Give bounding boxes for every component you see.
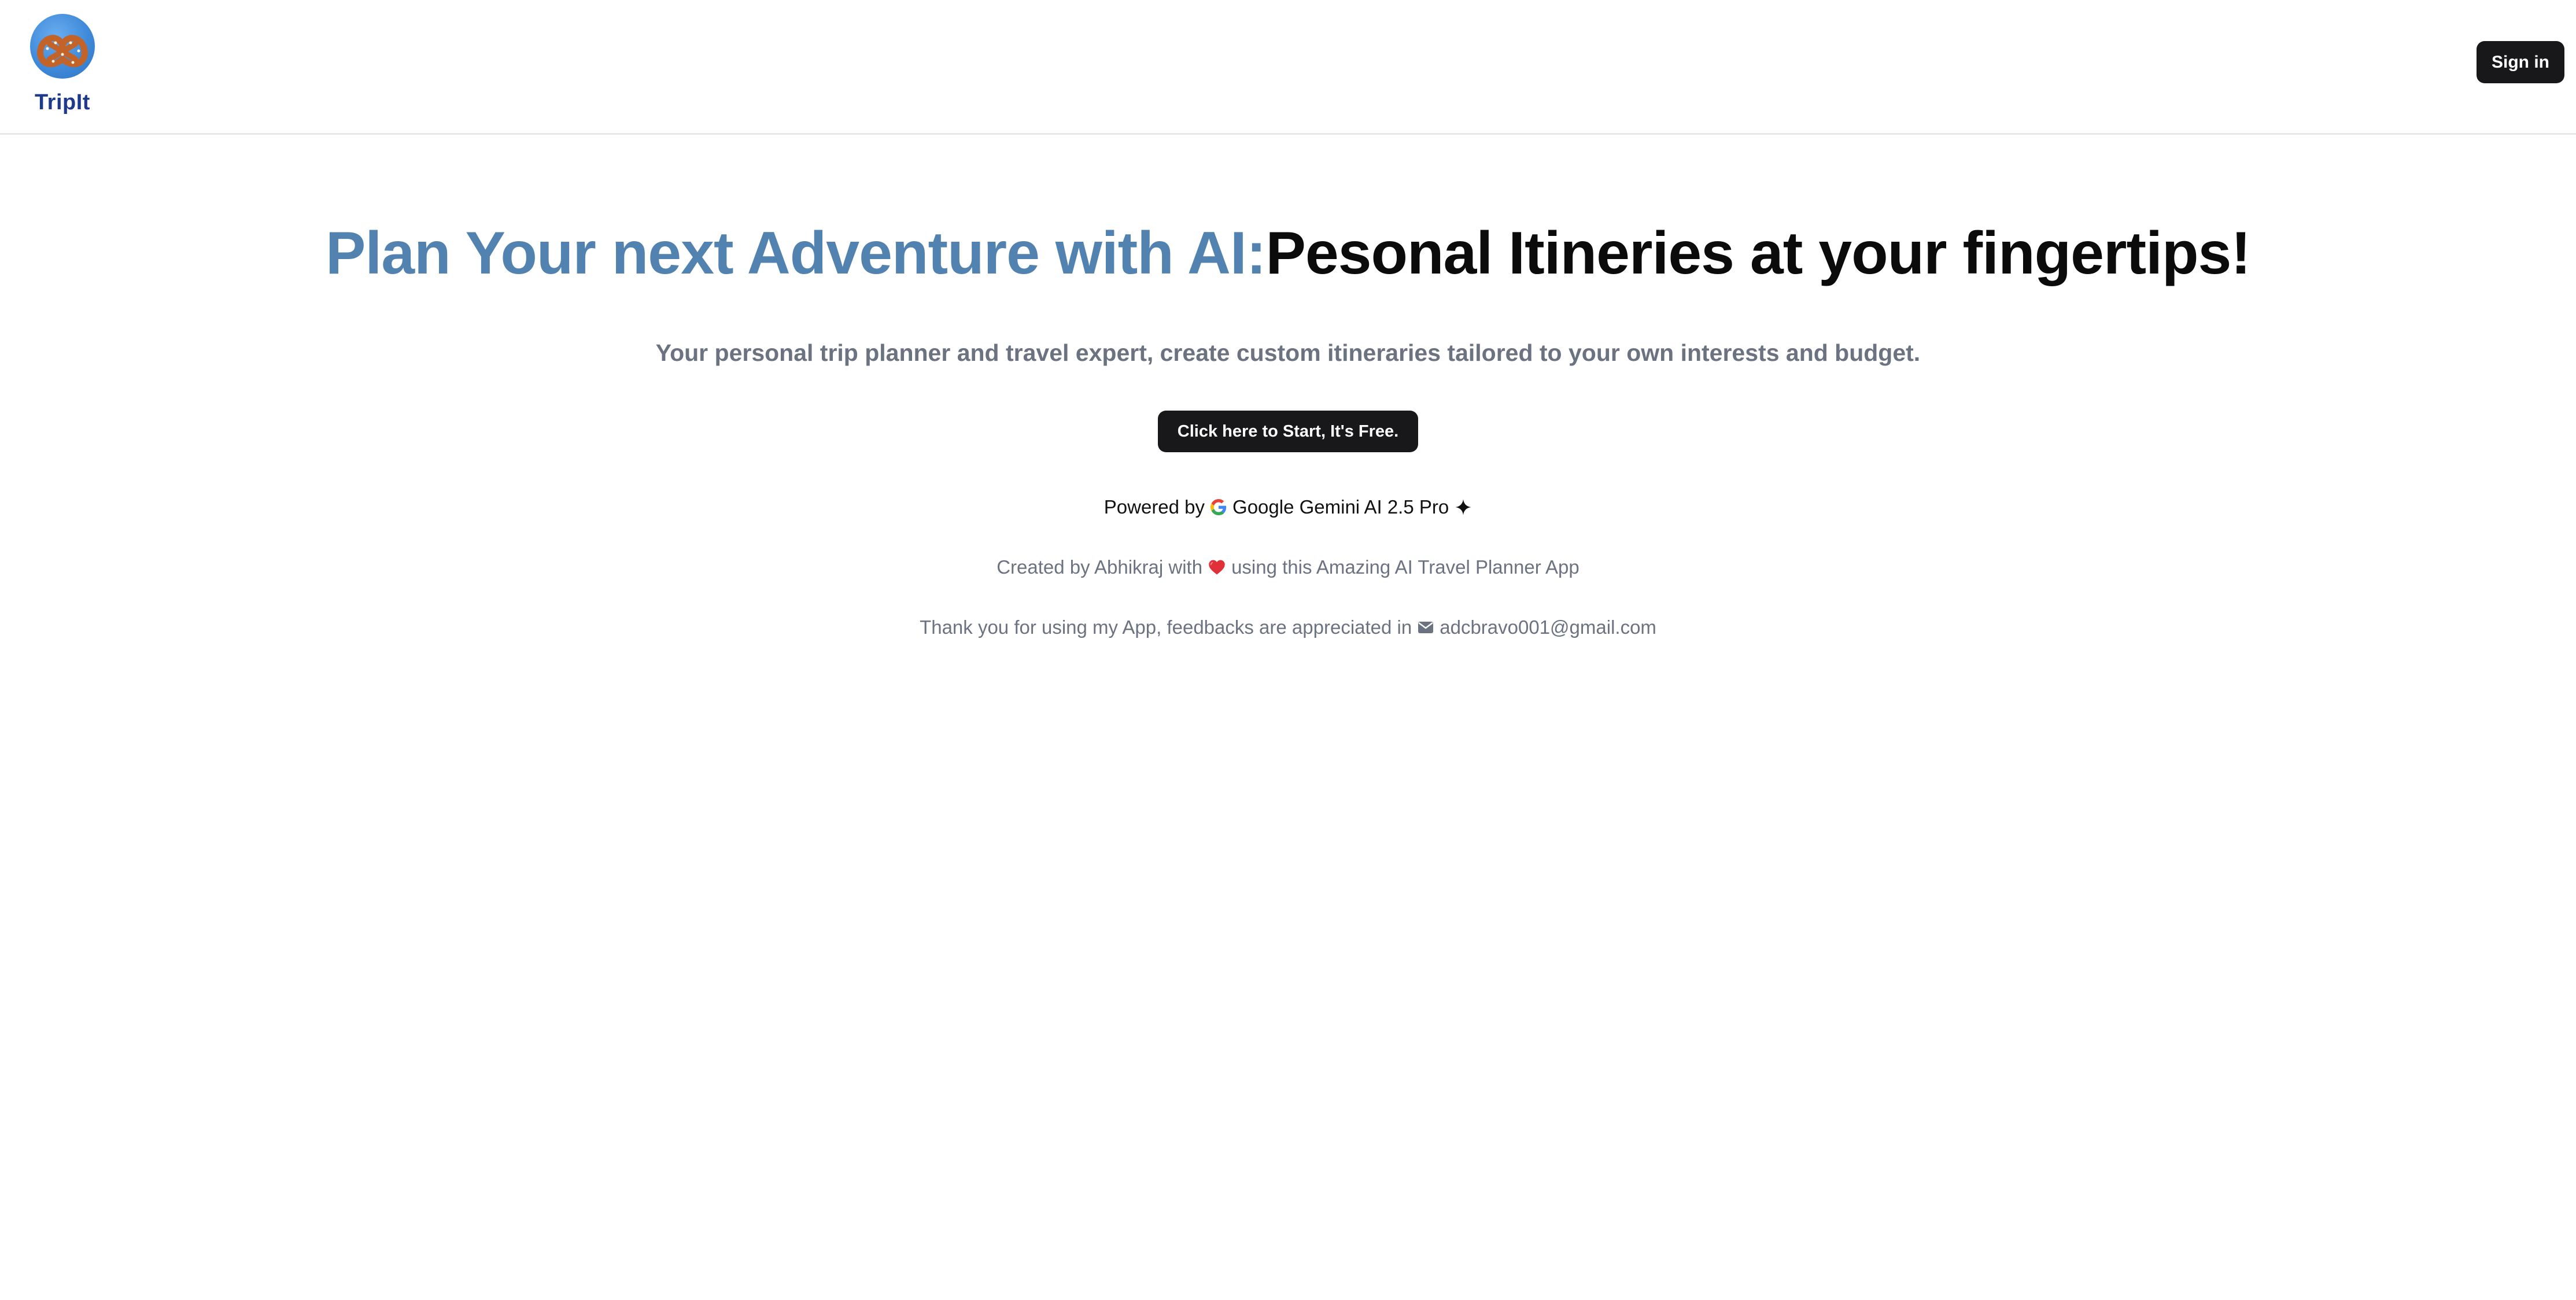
sign-in-button[interactable]: Sign in <box>2477 41 2564 83</box>
powered-prefix: Powered by <box>1104 496 1205 518</box>
hero-title-accent: Plan Your next Adventure with AI: <box>326 220 1266 287</box>
brand-name[interactable]: TripIt <box>35 90 90 115</box>
start-button[interactable]: Click here to Start, It's Free. <box>1157 411 1419 452</box>
heart-icon <box>1208 559 1226 575</box>
pretzel-logo-icon[interactable] <box>30 14 95 79</box>
top-navbar: TripIt Sign in <box>0 0 2576 135</box>
google-g-icon <box>1211 499 1227 515</box>
hero-subtitle: Your personal trip planner and travel ex… <box>655 339 1921 366</box>
hero-title: Plan Your next Adventure with AI:Pesonal… <box>0 214 2576 293</box>
feedback-email[interactable]: adcbravo001@gmail.com <box>1440 616 1656 638</box>
created-prefix: Created by Abhikraj with <box>997 556 1203 578</box>
sparkle-icon <box>1455 498 1472 516</box>
mail-icon <box>1418 621 1434 634</box>
cta-container: Click here to Start, It's Free. <box>0 411 2576 452</box>
powered-product: Google Gemini AI 2.5 Pro <box>1232 496 1449 518</box>
powered-by-line: Powered by Google Gemini AI 2.5 Pro <box>0 493 2576 522</box>
created-suffix: using this Amazing AI Travel Planner App <box>1231 556 1579 578</box>
created-by-line: Created by Abhikraj with using this Amaz… <box>0 553 2576 582</box>
brand[interactable]: TripIt <box>30 14 95 115</box>
feedback-line: Thank you for using my App, feedbacks ar… <box>0 613 2576 642</box>
hero-title-dark: Pesonal Itineries at your fingertips! <box>1265 220 2251 287</box>
feedback-text: Thank you for using my App, feedbacks ar… <box>920 616 1412 638</box>
